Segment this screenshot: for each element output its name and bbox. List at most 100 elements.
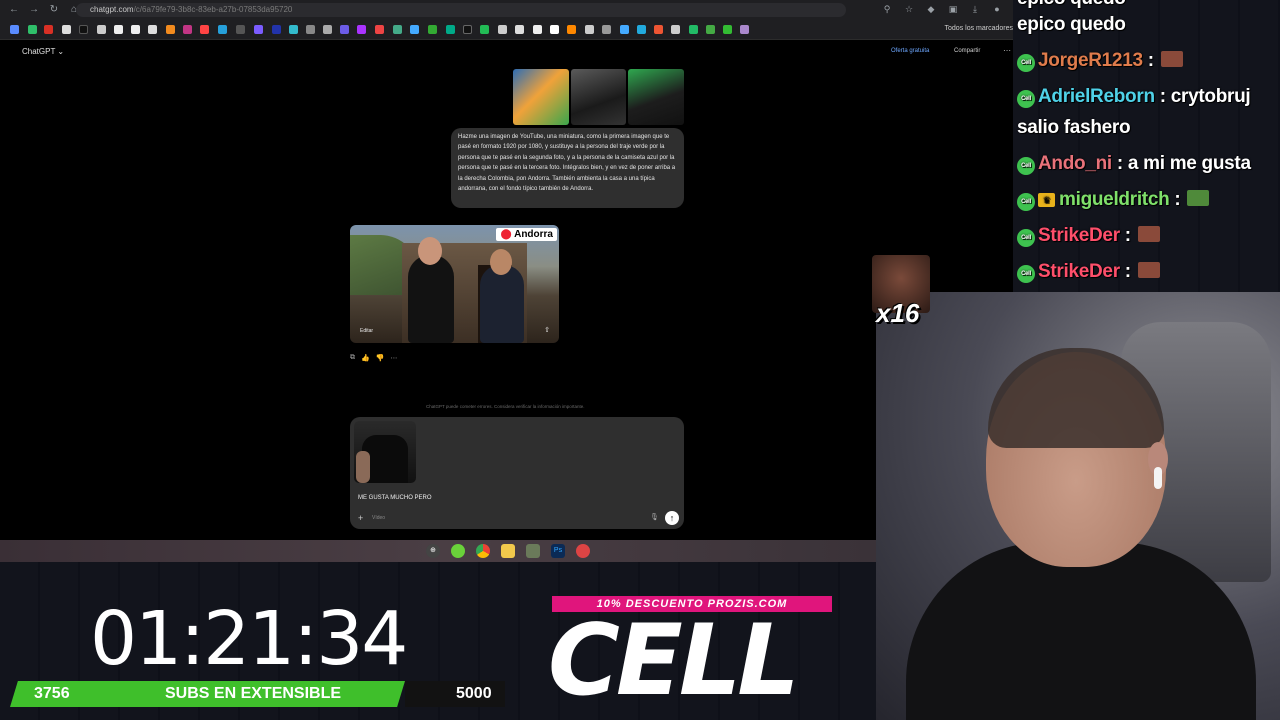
chat-text: épico quedo <box>1017 0 1126 9</box>
bookmark-icon[interactable] <box>323 25 332 34</box>
bookmark-icon[interactable] <box>446 25 455 34</box>
mic-icon[interactable]: 🎙 <box>650 513 659 521</box>
bookmark-icon[interactable] <box>620 25 629 34</box>
forward-icon[interactable]: → <box>28 4 40 16</box>
bookmark-icon[interactable] <box>289 25 298 34</box>
person-head <box>490 249 512 275</box>
cell-badge-icon: Cell <box>1017 54 1035 72</box>
bookmark-icon[interactable] <box>480 25 489 34</box>
more-options-icon[interactable]: ⋯ <box>1003 46 1011 55</box>
bookmark-icon[interactable] <box>671 25 680 34</box>
address-actions: ⚲ ☆ ◆ ▣ ⤓ ● <box>881 3 1003 15</box>
url-field[interactable]: chatgpt.com/c/6a79fe79-3b8c-83eb-a27b-07… <box>76 3 846 17</box>
crown-icon: ♛ <box>1038 193 1055 207</box>
url-domain: chatgpt.com <box>90 5 134 14</box>
folder-icon[interactable] <box>501 544 515 558</box>
instagram-icon[interactable] <box>183 25 192 34</box>
bookmark-icon[interactable] <box>28 25 37 34</box>
chrome-icon[interactable] <box>476 544 490 558</box>
reload-icon[interactable]: ↻ <box>48 4 60 16</box>
location-pin-icon: ⬤ <box>500 229 512 240</box>
bookmark-icon[interactable] <box>166 25 175 34</box>
bookmark-icon[interactable] <box>218 25 227 34</box>
app-icon[interactable] <box>451 544 465 558</box>
back-icon[interactable]: ← <box>8 4 20 16</box>
chat-message: Cell StrikeDer : <box>1017 261 1160 283</box>
bookmark-icon[interactable] <box>602 25 611 34</box>
generated-image[interactable]: ⬤ Andorra Editar ⇧ <box>350 225 559 343</box>
composer: ME GUSTA MUCHO PERO + Vídeo 🎙 ↑ <box>350 417 684 529</box>
all-bookmarks[interactable]: Todos los marcadores <box>945 25 1013 32</box>
bookmark-icon[interactable] <box>236 25 245 34</box>
chat-message: salio fashero <box>1017 117 1131 139</box>
bookmark-icon[interactable] <box>254 25 263 34</box>
bookmark-icon[interactable] <box>515 25 524 34</box>
uploaded-image[interactable] <box>570 69 627 125</box>
app-icon[interactable] <box>526 544 540 558</box>
extension-icon[interactable]: ◆ <box>925 3 937 15</box>
bookmark-icon[interactable] <box>272 25 281 34</box>
bookmark-icon[interactable] <box>306 25 315 34</box>
chat-message: épico quedo <box>1017 0 1126 10</box>
copy-icon[interactable]: ⧉ <box>350 354 355 362</box>
bookmark-icon[interactable] <box>723 25 732 34</box>
plus-icon[interactable]: + <box>358 513 363 523</box>
uploaded-images <box>513 69 685 125</box>
bookmark-icon[interactable] <box>375 25 384 34</box>
more-icon[interactable]: ⋯ <box>390 354 397 362</box>
zoom-icon[interactable]: ⚲ <box>881 3 893 15</box>
uploaded-image[interactable] <box>628 69 685 125</box>
composer-input[interactable]: ME GUSTA MUCHO PERO <box>358 495 432 501</box>
thumbs-down-icon[interactable]: 👎 <box>376 354 385 362</box>
chat-username: StrikeDer <box>1038 225 1120 246</box>
thumbs-up-icon[interactable]: 👍 <box>361 354 370 362</box>
app-icon[interactable] <box>576 544 590 558</box>
chat-message: Cell StrikeDer : <box>1017 225 1160 247</box>
tiktok-icon[interactable] <box>79 25 88 34</box>
bookmark-icon[interactable] <box>148 25 157 34</box>
share-button[interactable]: Compartir <box>954 48 980 54</box>
bookmark-icon[interactable] <box>463 25 472 34</box>
bookmark-icon[interactable] <box>114 25 123 34</box>
attachment-image[interactable] <box>354 421 416 483</box>
bookmark-icon[interactable] <box>706 25 715 34</box>
bookmark-icon[interactable] <box>567 25 576 34</box>
bookmark-icon[interactable] <box>533 25 542 34</box>
model-selector[interactable]: ChatGPT ⌄ <box>22 47 64 56</box>
download-icon[interactable]: ⤓ <box>969 3 981 15</box>
bookmark-icon[interactable] <box>10 25 19 34</box>
bookmark-icon[interactable] <box>428 25 437 34</box>
cell-badge-icon: Cell <box>1017 193 1035 211</box>
bookmark-icon[interactable] <box>585 25 594 34</box>
bookmark-icon[interactable] <box>654 25 663 34</box>
bookmark-icon[interactable] <box>498 25 507 34</box>
send-button[interactable]: ↑ <box>665 511 679 525</box>
bookmark-icon[interactable] <box>340 25 349 34</box>
bookmark-icon[interactable] <box>637 25 646 34</box>
bookmark-icon[interactable] <box>131 25 140 34</box>
bookmark-icon[interactable] <box>410 25 419 34</box>
bookmark-icon[interactable] <box>393 25 402 34</box>
x-icon[interactable] <box>62 25 71 34</box>
uploaded-image[interactable] <box>513 69 569 125</box>
bookmark-icon[interactable] <box>97 25 106 34</box>
photoshop-icon[interactable]: Ps <box>551 544 565 558</box>
bookmark-icon[interactable] <box>357 25 366 34</box>
bookmark-icon[interactable] <box>689 25 698 34</box>
webcam-feed <box>876 292 1280 720</box>
tool-chip[interactable]: Vídeo <box>372 515 385 521</box>
share-image-icon[interactable]: ⇧ <box>544 326 550 334</box>
chat-text: salio fashero <box>1017 117 1131 138</box>
chat-text: epico quedo <box>1017 14 1126 35</box>
extensions-puzzle-icon[interactable]: ▣ <box>947 3 959 15</box>
bookmark-icon[interactable] <box>740 25 749 34</box>
bookmark-icon[interactable] <box>200 25 209 34</box>
bookmark-icon[interactable] <box>550 25 559 34</box>
star-icon[interactable]: ☆ <box>903 3 915 15</box>
profile-icon[interactable]: ● <box>991 3 1003 15</box>
gmail-icon[interactable] <box>44 25 53 34</box>
edit-image-button[interactable]: Editar <box>360 328 373 334</box>
attachment-arm-shape <box>356 451 370 483</box>
offer-button[interactable]: Oferta gratuita <box>891 48 929 54</box>
system-icon[interactable]: ⊕ <box>426 544 440 558</box>
